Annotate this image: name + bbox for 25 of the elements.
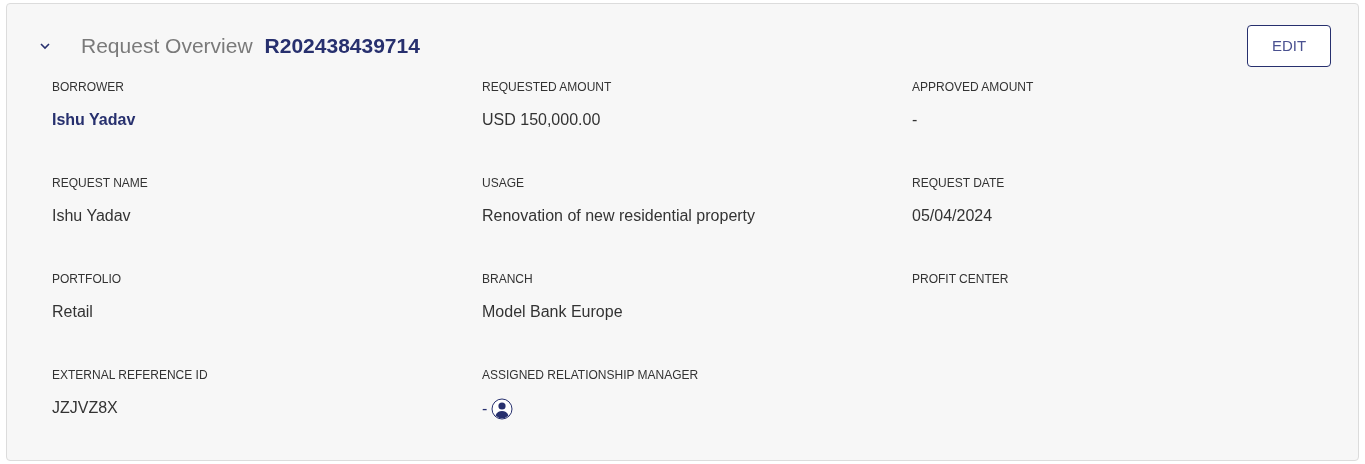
field-label: PROFIT CENTER bbox=[912, 271, 1009, 288]
field-label: EXTERNAL REFERENCE ID bbox=[52, 367, 208, 384]
field-value: - bbox=[912, 110, 918, 130]
field-label: REQUEST DATE bbox=[912, 175, 1005, 192]
field-label: USAGE bbox=[482, 175, 524, 192]
field-value: Ishu Yadav bbox=[52, 206, 131, 226]
field-label: PORTFOLIO bbox=[52, 271, 122, 288]
user-icon[interactable] bbox=[491, 398, 514, 420]
field-label: ASSIGNED RELATIONSHIP MANAGER bbox=[482, 367, 699, 384]
section-title: Request Overview bbox=[81, 33, 253, 60]
field-value: JZJVZ8X bbox=[52, 398, 118, 418]
field-label: APPROVED AMOUNT bbox=[912, 79, 1034, 96]
field-value: 05/04/2024 bbox=[912, 206, 993, 226]
field-value: Model Bank Europe bbox=[482, 302, 623, 322]
field-value: Renovation of new residential property bbox=[482, 206, 756, 226]
borrower-link[interactable]: Ishu Yadav bbox=[52, 110, 136, 130]
field-label: REQUEST NAME bbox=[52, 175, 148, 192]
field-value: - bbox=[482, 399, 488, 419]
field-label: BRANCH bbox=[482, 271, 533, 288]
edit-button[interactable]: EDIT bbox=[1247, 25, 1331, 67]
field-value: Retail bbox=[52, 302, 93, 322]
field-label: REQUESTED AMOUNT bbox=[482, 79, 612, 96]
field-value: USD 150,000.00 bbox=[482, 110, 601, 130]
field-label: BORROWER bbox=[52, 79, 124, 96]
request-reference: R202438439714 bbox=[264, 33, 420, 60]
